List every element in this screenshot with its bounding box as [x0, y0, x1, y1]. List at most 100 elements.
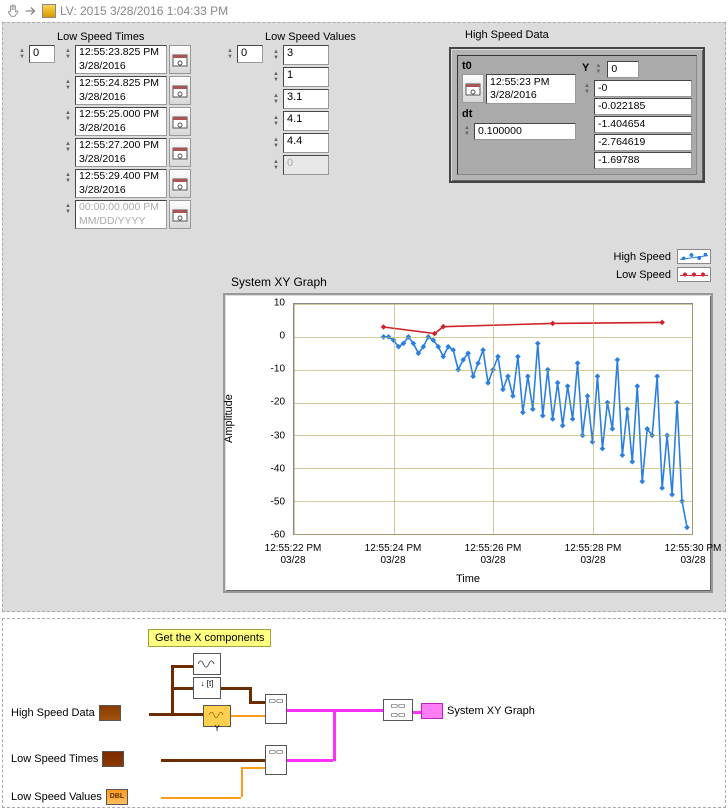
- series-marker: [505, 373, 511, 379]
- time-spinner[interactable]: [63, 107, 73, 125]
- dt-value[interactable]: 0.100000: [474, 123, 576, 140]
- low-speed-values-index-spinner[interactable]: [225, 45, 235, 63]
- y-array-value[interactable]: -0.022185: [594, 98, 692, 115]
- time-spinner[interactable]: [63, 138, 73, 156]
- legend-high-swatch[interactable]: [677, 249, 711, 264]
- terminal-low-speed-values-label: Low Speed Values: [11, 791, 102, 803]
- terminal-system-xy-graph[interactable]: System XY Graph: [421, 703, 535, 719]
- value-field[interactable]: 3.1: [283, 89, 329, 109]
- series-marker: [669, 492, 675, 498]
- timestamp-array-icon: [102, 751, 124, 767]
- value-field[interactable]: 4.4: [283, 133, 329, 153]
- y-tick-label: 0: [229, 331, 285, 342]
- time-value[interactable]: 12:55:29.400 PM3/28/2016: [75, 169, 167, 198]
- high-speed-data-label: High Speed Data: [465, 29, 549, 41]
- calendar-button[interactable]: [169, 45, 191, 74]
- t0-label: t0: [462, 60, 576, 72]
- series-marker: [684, 525, 690, 531]
- low-speed-time-row: 12:55:23.825 PM3/28/2016: [63, 45, 191, 74]
- calendar-button[interactable]: [169, 76, 191, 105]
- terminal-low-speed-times-label: Low Speed Times: [11, 753, 98, 765]
- low-speed-values-index[interactable]: 0: [237, 45, 263, 63]
- low-speed-value-row: 4.1: [271, 111, 329, 131]
- terminal-high-speed-data-label: High Speed Data: [11, 707, 95, 719]
- node-waveform[interactable]: [193, 653, 221, 675]
- time-spinner[interactable]: [63, 200, 73, 218]
- y-array-value[interactable]: -2.764619: [594, 134, 692, 151]
- y-index[interactable]: 0: [607, 61, 639, 78]
- series-marker: [440, 354, 446, 360]
- low-speed-times-label: Low Speed Times: [17, 31, 191, 43]
- calendar-button[interactable]: [169, 200, 191, 229]
- value-spinner[interactable]: [271, 90, 281, 108]
- t0-calendar-button[interactable]: [462, 74, 484, 103]
- time-value[interactable]: 00:00:00.000 PMMM/DD/YYYY: [75, 200, 167, 229]
- low-speed-times-index-spinner[interactable]: [17, 45, 27, 63]
- series-marker: [550, 321, 556, 327]
- time-spinner[interactable]: [63, 45, 73, 63]
- node-bundle-high[interactable]: ▭▭: [265, 694, 287, 724]
- value-spinner[interactable]: [271, 112, 281, 130]
- value-field[interactable]: 1: [283, 67, 329, 87]
- y-array-value[interactable]: -1.69788: [594, 152, 692, 169]
- calendar-button[interactable]: [169, 169, 191, 198]
- low-speed-time-row: 12:55:24.825 PM3/28/2016: [63, 76, 191, 105]
- node-get-y[interactable]: Y: [203, 705, 231, 727]
- y-value-spinner[interactable]: [582, 80, 592, 98]
- y-array-value[interactable]: -0: [594, 80, 692, 97]
- time-spinner[interactable]: [63, 169, 73, 187]
- calendar-button[interactable]: [169, 107, 191, 136]
- value-field[interactable]: 4.1: [283, 111, 329, 131]
- series-marker: [615, 357, 621, 363]
- graph-title: System XY Graph: [231, 275, 327, 289]
- y-tick-label: -20: [229, 397, 285, 408]
- comment-get-x-components: Get the X components: [148, 629, 271, 647]
- block-diagram: Get the X components High Speed Data Low…: [2, 618, 726, 808]
- value-field[interactable]: 0: [283, 155, 329, 175]
- series-marker: [540, 413, 546, 419]
- series-marker: [659, 320, 665, 326]
- series-marker: [575, 360, 581, 366]
- time-value[interactable]: 12:55:27.200 PM3/28/2016: [75, 138, 167, 167]
- series-marker: [600, 446, 606, 452]
- time-spinner[interactable]: [63, 76, 73, 94]
- plot-area[interactable]: [293, 303, 693, 535]
- time-value[interactable]: 12:55:25.000 PM3/28/2016: [75, 107, 167, 136]
- y-tick-label: -10: [229, 364, 285, 375]
- calendar-button[interactable]: [169, 138, 191, 167]
- low-speed-value-row: 3.1: [271, 89, 329, 109]
- terminal-high-speed-data[interactable]: High Speed Data: [11, 705, 121, 721]
- series-marker: [535, 341, 541, 347]
- value-spinner[interactable]: [271, 156, 281, 174]
- node-bundle-low[interactable]: ▭▭: [265, 745, 287, 775]
- terminal-low-speed-values[interactable]: Low Speed Values DBL: [11, 789, 128, 805]
- value-spinner[interactable]: [271, 134, 281, 152]
- y-index-spinner[interactable]: [593, 60, 603, 78]
- low-speed-value-row: 3: [271, 45, 329, 65]
- t0-value[interactable]: 12:55:23 PM 3/28/2016: [486, 74, 576, 104]
- legend-high-label: High Speed: [614, 251, 672, 263]
- node-build-array[interactable]: ▭▭▭▭: [383, 699, 413, 721]
- low-speed-value-row: 1: [271, 67, 329, 87]
- terminal-low-speed-times[interactable]: Low Speed Times: [11, 751, 124, 767]
- dt-spinner[interactable]: [462, 122, 472, 140]
- y-array-value[interactable]: -1.404654: [594, 116, 692, 133]
- series-marker: [565, 383, 571, 389]
- series-marker: [480, 347, 486, 353]
- value-spinner[interactable]: [271, 46, 281, 64]
- series-marker: [381, 324, 387, 330]
- low-speed-times-index[interactable]: 0: [29, 45, 55, 63]
- y-label: Y: [582, 62, 589, 74]
- value-spinner[interactable]: [271, 68, 281, 86]
- low-speed-value-row: 4.4: [271, 133, 329, 153]
- x-tick-label: 12:55:28 PM 03/28: [553, 543, 633, 567]
- series-marker: [595, 373, 601, 379]
- low-speed-time-row: 12:55:25.000 PM3/28/2016: [63, 107, 191, 136]
- xy-graph[interactable]: Amplitude Time 100-10-20-30-40-50-60 12:…: [223, 293, 713, 593]
- time-value[interactable]: 12:55:24.825 PM3/28/2016: [75, 76, 167, 105]
- value-field[interactable]: 3: [283, 45, 329, 65]
- legend-low-swatch[interactable]: [677, 267, 711, 282]
- node-get-time-array[interactable]: ↓ [t]: [193, 677, 221, 699]
- time-value[interactable]: 12:55:23.825 PM3/28/2016: [75, 45, 167, 74]
- series-marker: [550, 416, 556, 422]
